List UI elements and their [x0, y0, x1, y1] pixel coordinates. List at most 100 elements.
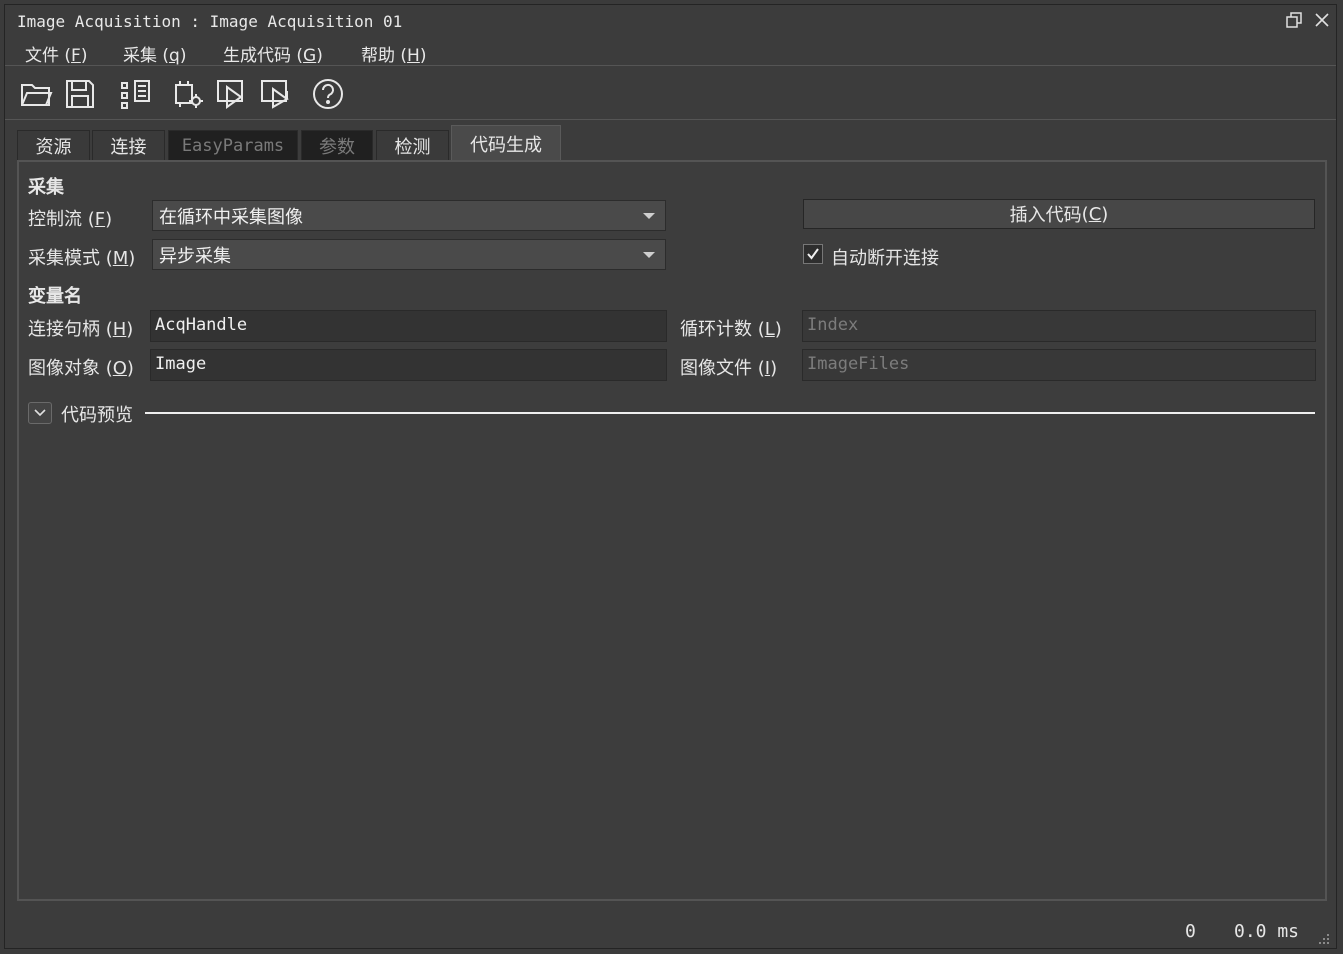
- status-time: 0.0 ms: [1234, 921, 1300, 942]
- variables-section-label: 变量名: [28, 286, 82, 307]
- image-object-label-text: 图像对象: [28, 358, 100, 379]
- code-preview-label: 代码预览: [61, 405, 133, 426]
- acquisition-mode-label-open: (: [100, 248, 113, 269]
- acquisition-section-label: 采集: [28, 177, 64, 198]
- acquisition-mode-label-close: ): [128, 248, 136, 269]
- acquisition-mode-select[interactable]: 异步采集: [152, 239, 666, 270]
- code-generation-panel: 采集 控制流 (F) 在循环中采集图像 插入代码 (C) 采集模式 (M) 异步…: [17, 160, 1327, 901]
- control-flow-label-key: F: [94, 209, 106, 230]
- menu-generate-code-key: G: [303, 46, 317, 66]
- open-folder-icon[interactable]: [19, 77, 53, 111]
- dropdown-arrow-icon: [643, 213, 655, 219]
- menu-bar: 文件 (F) 采集 (q) 生成代码 (G) 帮助 (H): [5, 37, 1336, 66]
- loop-counter-input[interactable]: Index: [802, 310, 1316, 342]
- tab-connection[interactable]: 连接: [92, 130, 165, 160]
- insert-code-button-close: ): [1101, 203, 1109, 225]
- handle-label-open: (: [100, 319, 113, 340]
- menu-help[interactable]: 帮助 (H): [361, 41, 426, 66]
- handle-input[interactable]: AcqHandle: [150, 310, 667, 342]
- control-flow-label-close: ): [105, 209, 113, 230]
- image-files-label-text: 图像文件: [680, 358, 752, 379]
- help-icon[interactable]: [311, 77, 345, 111]
- image-files-label-close: ): [770, 358, 778, 379]
- handle-label-key: H: [112, 319, 127, 340]
- menu-file-open: (: [59, 46, 72, 66]
- menu-file[interactable]: 文件 (F): [25, 41, 87, 66]
- acquisition-mode-label: 采集模式 (M): [28, 244, 135, 270]
- tab-bar: 资源 连接 EasyParams 参数 检测 代码生成: [5, 125, 1336, 161]
- toolbar: [5, 67, 1336, 120]
- auto-disconnect-label[interactable]: 自动断开连接: [831, 244, 939, 270]
- insert-code-button-open: (: [1081, 203, 1089, 225]
- image-object-label-open: (: [100, 358, 113, 379]
- menu-help-open: (: [395, 46, 408, 66]
- status-count: 0: [1185, 921, 1196, 942]
- image-object-label-key: O: [112, 358, 127, 379]
- menu-help-label: 帮助: [361, 46, 395, 66]
- control-flow-select[interactable]: 在循环中采集图像: [152, 200, 666, 231]
- image-files-label: 图像文件 (I): [680, 354, 777, 380]
- checkmark-icon: [807, 248, 819, 260]
- menu-acquire-label: 采集: [123, 46, 157, 66]
- menu-file-key: F: [71, 46, 81, 66]
- tab-easyparams[interactable]: EasyParams: [168, 130, 298, 160]
- menu-help-close: ): [419, 46, 427, 66]
- title-bar[interactable]: Image Acquisition : Image Acquisition 01: [5, 5, 1336, 36]
- control-flow-label-text: 控制流: [28, 209, 82, 230]
- menu-generate-code[interactable]: 生成代码 (G): [223, 41, 323, 66]
- control-flow-value: 在循环中采集图像: [159, 207, 303, 228]
- menu-generate-code-close: ): [316, 46, 323, 66]
- live-icon[interactable]: [259, 77, 293, 111]
- insert-code-button[interactable]: 插入代码 (C): [803, 199, 1315, 229]
- menu-acquire[interactable]: 采集 (q): [123, 41, 186, 66]
- save-icon[interactable]: [63, 77, 97, 111]
- acquisition-mode-value: 异步采集: [159, 246, 231, 267]
- device-settings-icon[interactable]: [171, 77, 205, 111]
- image-files-label-open: (: [752, 358, 765, 379]
- insert-code-button-key: C: [1088, 203, 1102, 225]
- image-object-input[interactable]: Image: [150, 349, 667, 381]
- code-preview-divider: [145, 412, 1315, 414]
- acquisition-mode-label-key: M: [112, 248, 129, 269]
- window-title: Image Acquisition : Image Acquisition 01: [17, 12, 403, 31]
- code-preview-area[interactable]: [28, 434, 1314, 889]
- tab-inspect[interactable]: 检测: [376, 130, 449, 160]
- loop-counter-label-open: (: [752, 319, 765, 340]
- image-object-label: 图像对象 (O): [28, 354, 134, 380]
- image-object-label-close: ): [126, 358, 134, 379]
- dropdown-arrow-icon: [643, 252, 655, 258]
- acquisition-mode-label-text: 采集模式: [28, 248, 100, 269]
- tab-resources[interactable]: 资源: [17, 130, 90, 160]
- handle-label-text: 连接句柄: [28, 319, 100, 340]
- restore-icon[interactable]: [1285, 11, 1303, 29]
- menu-generate-code-open: (: [291, 46, 304, 66]
- handle-label: 连接句柄 (H): [28, 315, 133, 341]
- menu-acquire-close: ): [179, 46, 187, 66]
- snap-icon[interactable]: [215, 77, 249, 111]
- insert-code-button-label: 插入代码: [1009, 205, 1082, 226]
- loop-counter-label: 循环计数 (L): [680, 315, 782, 341]
- menu-generate-code-label: 生成代码: [223, 46, 291, 66]
- loop-counter-label-key: L: [764, 319, 775, 340]
- menu-help-key: H: [407, 46, 420, 66]
- auto-disconnect-checkbox[interactable]: [803, 244, 823, 264]
- image-files-input[interactable]: ImageFiles: [802, 349, 1316, 381]
- menu-acquire-open: (: [157, 46, 170, 66]
- handle-label-close: ): [126, 319, 134, 340]
- loop-counter-label-text: 循环计数: [680, 319, 752, 340]
- control-flow-label: 控制流 (F): [28, 205, 112, 231]
- status-bar: 0 0.0 ms: [5, 908, 1336, 948]
- menu-file-close: ): [80, 46, 88, 66]
- tab-parameters[interactable]: 参数: [301, 130, 373, 160]
- chevron-down-icon: [34, 409, 46, 417]
- code-preview-toggle[interactable]: [28, 402, 52, 424]
- image-acquisition-window: Image Acquisition : Image Acquisition 01…: [4, 4, 1337, 949]
- tab-code-generation[interactable]: 代码生成: [451, 125, 561, 161]
- loop-counter-label-close: ): [774, 319, 782, 340]
- control-flow-label-open: (: [82, 209, 95, 230]
- menu-file-label: 文件: [25, 46, 59, 66]
- resize-grip-icon[interactable]: [1316, 930, 1330, 944]
- close-icon[interactable]: [1313, 11, 1331, 29]
- menu-acquire-key: q: [169, 46, 180, 66]
- device-list-icon[interactable]: [119, 77, 153, 111]
